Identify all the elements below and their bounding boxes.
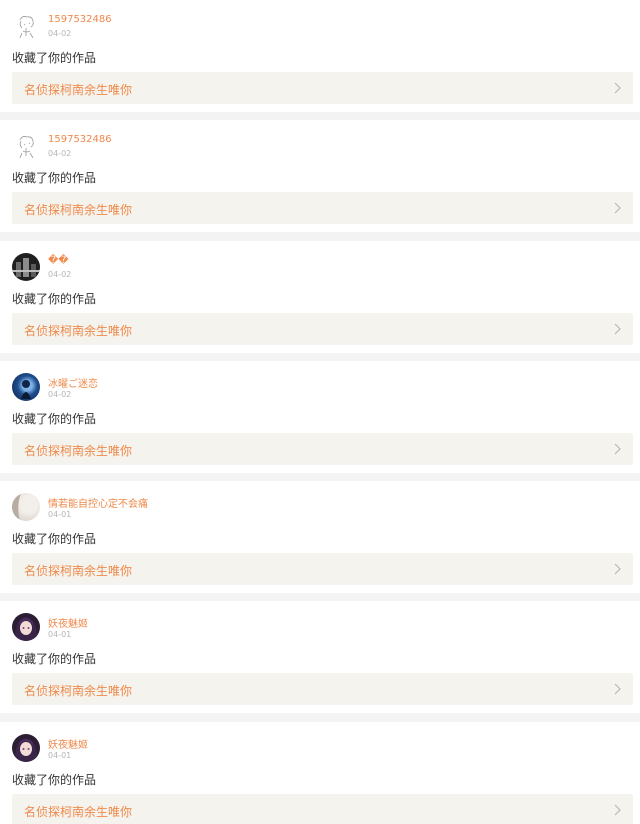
action-text: 收藏了你的作品 — [12, 171, 97, 185]
notification-card: 妖夜魅姬 04-01 收藏了你的作品 名侦探柯南余生唯你 — [0, 601, 640, 713]
chevron-right-icon — [614, 683, 621, 695]
notification-date: 04-02 — [48, 149, 72, 158]
work-title: 名侦探柯南余生唯你 — [24, 83, 133, 97]
notification-card: 冰曜ご迷恋 04-02 收藏了你的作品 名侦探柯南余生唯你 — [0, 361, 640, 473]
chevron-right-icon — [614, 202, 621, 214]
notification-date: 04-02 — [48, 29, 72, 38]
dark-anime-girl-icon — [14, 617, 38, 641]
action-text: 收藏了你的作品 — [12, 292, 97, 306]
work-link[interactable]: 名侦探柯南余生唯你 — [12, 553, 633, 585]
chevron-right-icon — [614, 563, 621, 575]
username[interactable]: 冰曜ご迷恋 — [48, 375, 98, 390]
username[interactable]: �� — [48, 255, 69, 266]
work-link[interactable]: 名侦探柯南余生唯你 — [12, 433, 633, 465]
dark-anime-girl-avatar[interactable] — [12, 734, 40, 762]
work-link[interactable]: 名侦探柯南余生唯你 — [12, 313, 633, 345]
notification-card: 妖夜魅姬 04-01 收藏了你的作品 名侦探柯南余生唯你 — [0, 722, 640, 824]
username[interactable]: 情若能自控心定不会痛 — [48, 495, 148, 510]
dark-city-avatar[interactable] — [12, 253, 40, 281]
action-text: 收藏了你的作品 — [12, 773, 97, 787]
action-text: 收藏了你的作品 — [12, 51, 97, 65]
chevron-right-icon — [614, 804, 621, 816]
pale-face-avatar[interactable] — [12, 493, 40, 521]
action-text: 收藏了你的作品 — [12, 652, 97, 666]
chevron-right-icon — [614, 323, 621, 335]
notification-date: 04-01 — [48, 510, 72, 519]
pale-face-icon — [12, 493, 21, 521]
work-link[interactable]: 名侦探柯南余生唯你 — [12, 192, 633, 224]
sketch-character-icon — [19, 136, 34, 159]
notification-feed: 1597532486 04-02 收藏了你的作品 名侦探柯南余生唯你 15975… — [0, 0, 640, 824]
notification-date: 04-02 — [48, 390, 72, 399]
notification-card: 情若能自控心定不会痛 04-01 收藏了你的作品 名侦探柯南余生唯你 — [0, 481, 640, 593]
notification-date: 04-01 — [48, 630, 72, 639]
work-link[interactable]: 名侦探柯南余生唯你 — [12, 673, 633, 705]
notification-card: �� 04-02 收藏了你的作品 名侦探柯南余生唯你 — [0, 241, 640, 353]
notification-date: 04-02 — [48, 270, 72, 279]
sketch-character-avatar[interactable] — [12, 132, 40, 160]
chevron-right-icon — [614, 443, 621, 455]
action-text: 收藏了你的作品 — [12, 412, 97, 426]
blue-anime-icon — [21, 380, 31, 399]
chevron-right-icon — [614, 82, 621, 94]
work-title: 名侦探柯南余生唯你 — [24, 203, 133, 217]
username[interactable]: 1597532486 — [48, 14, 112, 25]
username[interactable]: 妖夜魅姬 — [48, 615, 88, 630]
work-title: 名侦探柯南余生唯你 — [24, 805, 133, 819]
work-title: 名侦探柯南余生唯你 — [24, 684, 133, 698]
sketch-character-avatar[interactable] — [12, 12, 40, 40]
blue-anime-avatar[interactable] — [12, 373, 40, 401]
notification-card: 1597532486 04-02 收藏了你的作品 名侦探柯南余生唯你 — [0, 120, 640, 232]
dark-anime-girl-icon — [14, 738, 38, 762]
notification-card: 1597532486 04-02 收藏了你的作品 名侦探柯南余生唯你 — [0, 0, 640, 112]
notification-date: 04-01 — [48, 751, 72, 760]
work-link[interactable]: 名侦探柯南余生唯你 — [12, 72, 633, 104]
username[interactable]: 1597532486 — [48, 134, 112, 145]
action-text: 收藏了你的作品 — [12, 532, 97, 546]
work-title: 名侦探柯南余生唯你 — [24, 444, 133, 458]
username[interactable]: 妖夜魅姬 — [48, 736, 88, 751]
dark-anime-girl-avatar[interactable] — [12, 613, 40, 641]
work-title: 名侦探柯南余生唯你 — [24, 564, 133, 578]
work-title: 名侦探柯南余生唯你 — [24, 324, 133, 338]
dark-city-icon — [12, 258, 40, 277]
work-link[interactable]: 名侦探柯南余生唯你 — [12, 794, 633, 824]
sketch-character-icon — [19, 16, 34, 39]
